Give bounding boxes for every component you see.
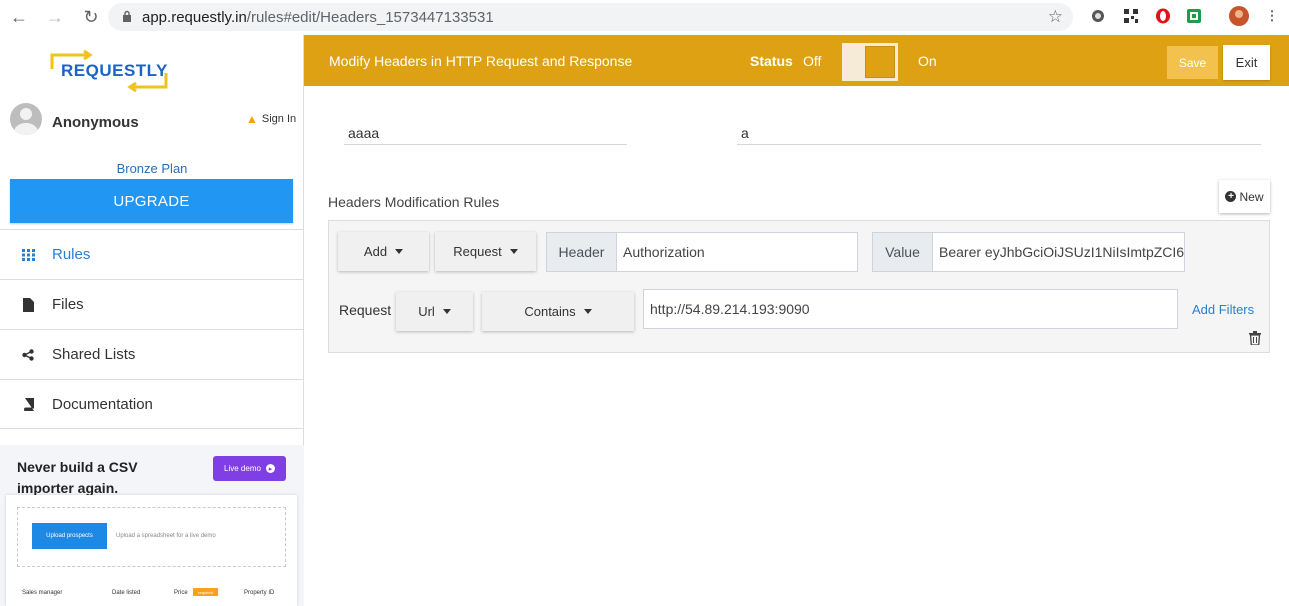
sign-in-label: Sign In xyxy=(261,113,297,125)
status-on-label: On xyxy=(918,53,937,69)
target-value: Request xyxy=(453,244,502,259)
warning-icon: ▲ xyxy=(246,112,258,126)
status-toggle[interactable] xyxy=(842,43,898,81)
sidebar-item-label: Shared Lists xyxy=(52,346,136,363)
operator-value: Contains xyxy=(524,304,576,319)
requestly-logo[interactable]: REQUESTLY xyxy=(50,49,170,93)
source-value-input[interactable]: http://54.89.214.193:9090 xyxy=(643,289,1178,329)
caret-down-icon xyxy=(395,249,404,254)
kebab-menu-icon[interactable]: ⋮ xyxy=(1262,6,1282,26)
required-badge: required xyxy=(193,588,218,596)
ad-column: Sales manager xyxy=(22,590,63,596)
header-value-input[interactable]: Bearer eyJhbGciOiJSUzI1NiIsImtpZCI6Im xyxy=(932,232,1185,272)
toggle-knob[interactable] xyxy=(865,46,895,78)
caret-down-icon xyxy=(442,309,451,314)
live-demo-label: Live demo xyxy=(224,464,261,473)
green-extension-icon[interactable] xyxy=(1184,6,1204,26)
upload-prospects-button: Upload prospects xyxy=(32,523,107,549)
new-button-label: New xyxy=(1239,189,1264,204)
plan-label: Bronze Plan xyxy=(116,161,188,176)
back-arrow-icon[interactable]: ← xyxy=(8,7,30,29)
live-demo-button[interactable]: Live demo ▸ xyxy=(213,456,286,481)
username: Anonymous xyxy=(52,114,139,131)
ad-column: Property ID xyxy=(244,590,275,596)
status-label: Status xyxy=(750,53,793,69)
opera-icon[interactable] xyxy=(1153,6,1173,26)
upload-hint: Upload a spreadsheet for a live demo xyxy=(116,533,216,539)
source-key-dropdown[interactable]: Url xyxy=(396,292,473,331)
play-icon: ▸ xyxy=(265,464,275,473)
qr-code-icon[interactable] xyxy=(1121,6,1141,26)
logo-text: REQUESTLY xyxy=(61,61,168,80)
sidebar-item-label: Documentation xyxy=(52,395,153,413)
address-bar[interactable]: app.requestly.in/rules#edit/Headers_1573… xyxy=(108,3,1073,31)
action-dropdown[interactable]: Add xyxy=(338,232,429,271)
url-host: app.requestly.in xyxy=(142,8,247,26)
source-key-value: Url xyxy=(418,304,435,319)
ad-banner[interactable]: Never build a CSV importer again. Live d… xyxy=(0,445,304,606)
section-title: Headers Modification Rules xyxy=(328,194,500,210)
plus-circle-icon: + xyxy=(1225,191,1237,202)
reload-icon[interactable]: ↻ xyxy=(80,7,102,29)
page-title: Modify Headers in HTTP Request and Respo… xyxy=(329,53,633,69)
rule-description-input[interactable]: a xyxy=(737,121,1261,145)
target-dropdown[interactable]: Request xyxy=(435,232,536,271)
new-rule-pair-button[interactable]: + New xyxy=(1219,180,1270,213)
sidebar-item-label: Rules xyxy=(52,246,91,263)
ad-preview-card: Upload prospects Upload a spreadsheet fo… xyxy=(6,495,297,606)
value-addon: Value xyxy=(872,232,933,272)
rule-editor-header: Modify Headers in HTTP Request and Respo… xyxy=(304,35,1289,86)
rule-name-input[interactable]: aaaa xyxy=(344,121,627,145)
ad-column: Price xyxy=(174,590,188,596)
rule-pair-box: Add Request Header Authorization Value B… xyxy=(328,220,1270,353)
upgrade-button[interactable]: UPGRADE xyxy=(10,179,293,223)
sidebar: REQUESTLY Anonymous ▲ Sign In Bronze Pla… xyxy=(0,35,304,606)
sidebar-item-files[interactable]: Files xyxy=(0,279,304,329)
extension-circle-icon[interactable] xyxy=(1088,6,1108,26)
sidebar-item-documentation[interactable]: Documentation xyxy=(0,379,304,429)
header-name-input[interactable]: Authorization xyxy=(616,232,858,272)
status-off-label: Off xyxy=(803,53,822,69)
operator-dropdown[interactable]: Contains xyxy=(482,292,634,331)
trash-icon[interactable] xyxy=(1249,331,1261,346)
browser-toolbar: ← → ↻ app.requestly.in/rules#edit/Header… xyxy=(0,0,1289,35)
add-filters-link[interactable]: Add Filters xyxy=(1192,302,1254,317)
sidebar-item-shared-lists[interactable]: Shared Lists xyxy=(0,329,304,379)
save-button[interactable]: Save xyxy=(1167,46,1218,79)
profile-avatar-icon[interactable] xyxy=(1229,6,1249,26)
forward-arrow-icon[interactable]: → xyxy=(44,7,66,29)
caret-down-icon xyxy=(509,249,518,254)
url-path: /rules#edit/Headers_1573447133531 xyxy=(246,8,494,26)
request-label: Request xyxy=(339,302,392,318)
sidebar-nav: Rules Files Shared Lists Documentation xyxy=(0,229,304,429)
book-icon xyxy=(20,397,36,411)
caret-down-icon xyxy=(583,309,592,314)
bookmark-star-icon[interactable]: ☆ xyxy=(1048,7,1063,27)
sidebar-item-rules[interactable]: Rules xyxy=(0,229,304,279)
share-icon xyxy=(20,348,36,361)
file-icon xyxy=(20,297,36,312)
action-value: Add xyxy=(363,244,388,259)
ad-title: Never build a CSV importer again. xyxy=(17,459,138,496)
ad-column: Date listed xyxy=(112,590,141,596)
header-addon: Header xyxy=(546,232,617,272)
grid-icon xyxy=(20,248,36,261)
sign-in-link[interactable]: ▲ Sign In xyxy=(246,112,296,126)
exit-button[interactable]: Exit xyxy=(1223,45,1270,80)
avatar xyxy=(10,103,42,135)
lock-icon xyxy=(122,10,132,25)
sidebar-item-label: Files xyxy=(52,296,84,313)
